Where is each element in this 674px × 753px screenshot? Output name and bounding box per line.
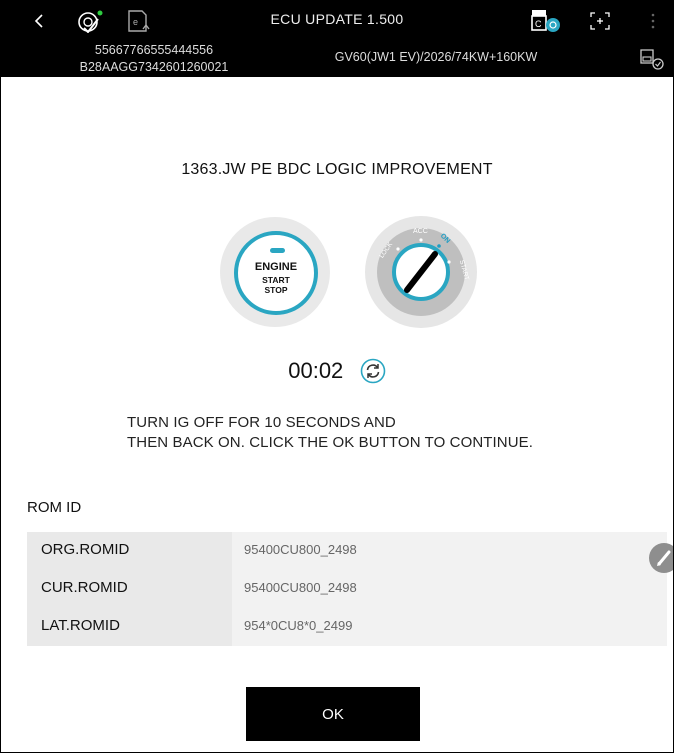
rom-key-org: ORG.ROMID [41,541,130,558]
edit-pencil-icon[interactable] [649,543,673,573]
table-row: LAT.ROMID 954*0CU8*0_2499 [27,608,667,644]
vehicle-model: GV60(JW1 EV)/2026/74KW+160KW [334,50,538,64]
app-frame: e ECU UPDATE 1.500 C 55667766555444556 B… [0,0,674,753]
screen-title: ECU UPDATE 1.500 [270,11,404,27]
update-item-title: 1363.JW PE BDC LOGIC IMPROVEMENT [181,161,493,178]
instruction-line-1: TURN IG OFF FOR 10 SECONDS AND [127,414,396,431]
ok-button[interactable]: OK [246,687,420,741]
refresh-icon[interactable] [360,358,386,384]
rom-id-heading: ROM ID [27,499,82,516]
rom-key-lat: LAT.ROMID [41,617,120,634]
svg-text:C: C [535,19,542,29]
indicator-dash [270,248,285,253]
title-row: e ECU UPDATE 1.500 C [1,1,673,40]
more-menu-icon[interactable] [647,10,659,32]
table-row: ORG.ROMID 95400CU800_2498 [27,532,667,568]
ignition-key-illustration: LOCK ACC ON START [365,216,477,328]
rom-value-org: 95400CU800_2498 [244,542,357,557]
engine-label: ENGINE [254,261,298,273]
vehicle-status-icon[interactable] [637,47,665,74]
rom-key-cur: CUR.ROMID [41,579,128,596]
engine-start-stop-illustration: ENGINE START STOP [220,217,330,327]
table-row: CUR.ROMID 95400CU800_2498 [27,570,667,606]
instruction-text: TURN IG OFF FOR 10 SECONDS AND THEN BACK… [127,413,533,453]
stop-label: STOP [264,284,288,295]
instruction-line-2: THEN BACK ON. CLICK THE OK BUTTON TO CON… [127,434,534,451]
vehicle-id: B28AAGG7342601260021 [79,60,229,74]
rom-value-lat: 954*0CU8*0_2499 [244,618,353,633]
rom-value-cur: 95400CU800_2498 [244,580,357,595]
screen-capture-icon[interactable] [587,10,613,32]
top-bar: e ECU UPDATE 1.500 C 55667766555444556 B… [1,1,673,77]
rom-id-table: ORG.ROMID 95400CU800_2498 CUR.ROMID 9540… [27,532,667,646]
countdown-timer: 00:02 [288,358,344,383]
countdown-row: 00:02 [1,358,673,384]
vehicle-info-row: 55667766555444556 B28AAGG7342601260021 G… [1,40,673,77]
vin-block: 55667766555444556 B28AAGG7342601260021 [59,42,249,76]
vin-number: 55667766555444556 [94,43,214,57]
vci-connection-icon[interactable]: C [529,10,563,32]
acc-position-label: ACC [413,228,428,235]
